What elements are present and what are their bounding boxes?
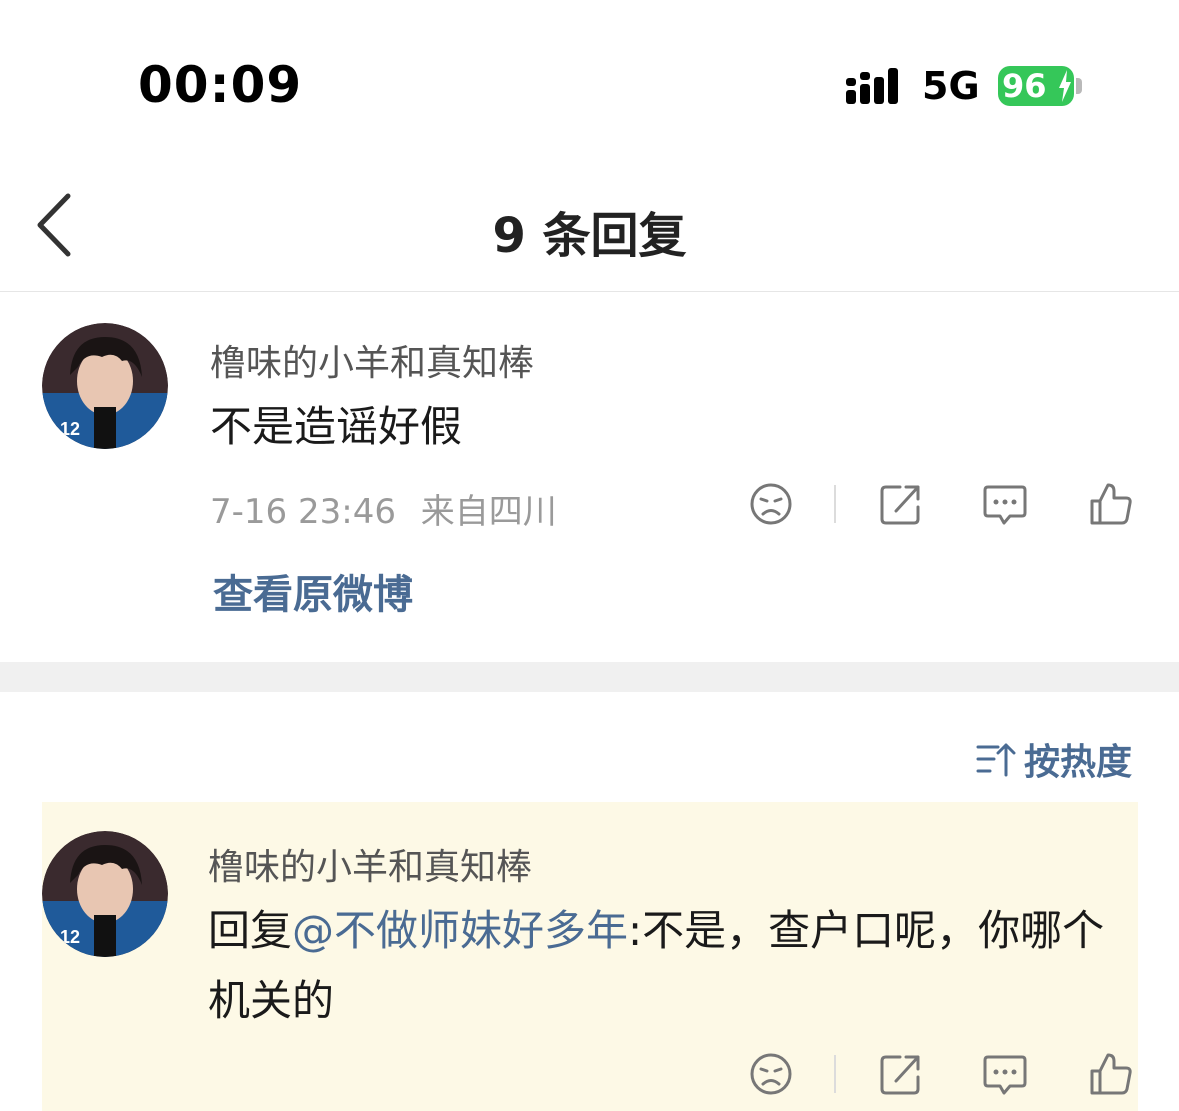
sort-label: 按热度 bbox=[1024, 742, 1133, 783]
sad-face-icon[interactable] bbox=[748, 1051, 794, 1097]
view-original-link[interactable]: 查看原微博 bbox=[213, 562, 413, 620]
like-icon[interactable] bbox=[1088, 481, 1134, 527]
sort-button[interactable]: 按热度 bbox=[976, 736, 1133, 783]
status-bar: 00:09 5G 96 bbox=[0, 0, 1179, 170]
mention-link[interactable]: @不做师妹好多年 bbox=[292, 906, 628, 955]
battery-level: 96 bbox=[1002, 67, 1047, 105]
signal-icon bbox=[846, 68, 898, 104]
action-divider bbox=[834, 1055, 836, 1093]
share-icon[interactable] bbox=[878, 481, 924, 527]
like-icon[interactable] bbox=[1088, 1051, 1134, 1097]
comment-icon[interactable] bbox=[982, 1051, 1028, 1097]
reply-text: 回复@不做师妹好多年:不是，查户口呢，你哪个机关的 bbox=[208, 896, 1128, 1036]
action-divider bbox=[834, 485, 836, 523]
timestamp: 7-16 23:46 bbox=[210, 492, 396, 532]
share-icon[interactable] bbox=[878, 1051, 924, 1097]
svg-text:12: 12 bbox=[60, 419, 80, 439]
comment-timestamp: 7-16 23:46 来自四川 bbox=[210, 484, 557, 533]
sort-icon bbox=[976, 743, 1016, 777]
battery-indicator: 96 bbox=[998, 66, 1074, 106]
battery-cap bbox=[1076, 78, 1082, 94]
comment-username[interactable]: 橹味的小羊和真知棒 bbox=[210, 334, 534, 386]
avatar[interactable]: 12 bbox=[42, 831, 168, 957]
location: 来自四川 bbox=[420, 492, 557, 532]
page-title: 9 条回复 bbox=[492, 208, 687, 264]
nav-bar: 9 条回复 bbox=[0, 170, 1179, 292]
sad-face-icon[interactable] bbox=[748, 481, 794, 527]
reply-username[interactable]: 橹味的小羊和真知棒 bbox=[208, 838, 532, 890]
comment-text: 不是造谣好假 bbox=[210, 402, 463, 451]
charging-bolt-icon bbox=[1059, 70, 1071, 102]
section-divider bbox=[0, 662, 1179, 692]
reply-prefix: 回复 bbox=[208, 906, 293, 955]
network-type: 5G bbox=[922, 64, 980, 108]
avatar[interactable]: 12 bbox=[42, 323, 168, 449]
status-time: 00:09 bbox=[138, 56, 303, 114]
comment-icon[interactable] bbox=[982, 481, 1028, 527]
